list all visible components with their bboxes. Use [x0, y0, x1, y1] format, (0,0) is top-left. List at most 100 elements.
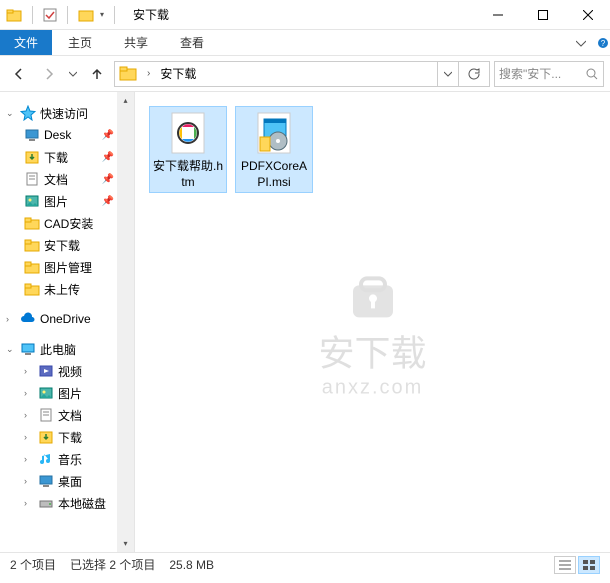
nav-item-label: 本地磁盘	[58, 495, 106, 512]
pc-item[interactable]: ›音乐	[0, 448, 134, 470]
item-count: 2 个项目	[10, 556, 56, 573]
selected-size: 25.8 MB	[169, 558, 214, 572]
search-input[interactable]: 搜索"安下...	[494, 61, 604, 87]
breadcrumb-current[interactable]: 安下载	[154, 62, 202, 86]
svg-text:?: ?	[601, 39, 606, 48]
nav-scrollbar[interactable]: ▴ ▾	[117, 92, 134, 552]
nav-item-label: Desk	[44, 128, 71, 142]
file-item[interactable]: PDFXCoreAPI.msi	[235, 106, 313, 193]
onedrive[interactable]: › OneDrive	[0, 308, 134, 330]
pin-icon: 📌	[102, 196, 114, 207]
file-tab[interactable]: 文件	[0, 30, 52, 55]
expand-icon[interactable]: ⌄	[6, 108, 16, 119]
pin-icon: 📌	[102, 152, 114, 163]
folder-icon	[24, 259, 40, 275]
search-placeholder: 搜索"安下...	[499, 65, 561, 82]
recent-dropdown[interactable]	[66, 61, 80, 87]
window-title: 安下载	[125, 6, 475, 23]
documents-icon	[38, 407, 54, 423]
help-button[interactable]: ?	[596, 30, 610, 55]
minimize-button[interactable]	[475, 0, 520, 30]
maximize-button[interactable]	[520, 0, 565, 30]
nav-item-label: CAD安装	[44, 215, 93, 232]
folder-small-icon[interactable]	[78, 7, 94, 23]
desktop-icon	[24, 127, 40, 143]
back-button[interactable]	[6, 61, 32, 87]
tab-view[interactable]: 查看	[164, 30, 220, 55]
file-item[interactable]: 安下载帮助.htm	[149, 106, 227, 193]
nav-item-label: 音乐	[58, 451, 82, 468]
pc-item[interactable]: ›桌面	[0, 470, 134, 492]
nav-item-label: 图片管理	[44, 259, 92, 276]
folder-icon	[24, 215, 40, 231]
nav-item-label: 下载	[44, 149, 68, 166]
pin-icon: 📌	[102, 130, 114, 141]
quick-access-label: 快速访问	[40, 105, 88, 122]
pc-item[interactable]: ›图片	[0, 382, 134, 404]
nav-item-label: 图片	[44, 193, 68, 210]
quick-access[interactable]: ⌄ 快速访问	[0, 102, 134, 124]
quick-access-item[interactable]: 未上传	[0, 278, 134, 300]
ribbon: 文件 主页 共享 查看 ?	[0, 30, 610, 56]
downloads-icon	[38, 429, 54, 445]
videos-icon	[38, 363, 54, 379]
nav-item-label: 下载	[58, 429, 82, 446]
view-icons-button[interactable]	[578, 556, 600, 574]
quick-access-item[interactable]: 图片 📌	[0, 190, 134, 212]
quick-access-item[interactable]: CAD安装	[0, 212, 134, 234]
qat-checkbox-icon[interactable]	[43, 8, 57, 22]
music-icon	[38, 451, 54, 467]
quick-access-item[interactable]: 下载 📌	[0, 146, 134, 168]
forward-button[interactable]	[36, 61, 62, 87]
content-area[interactable]: 安下载 anxz.com 安下载帮助.htm PDFXCoreAPI.msi	[135, 92, 610, 552]
title-bar: ▾ 安下载	[0, 0, 610, 30]
address-folder-icon	[119, 64, 139, 84]
desktop-icon	[38, 473, 54, 489]
pc-item[interactable]: ›视频	[0, 360, 134, 382]
navigation-pane: ⌄ 快速访问 Desk 📌 下载 📌 文档 📌 图片 📌 CAD安装安下载图片管理未上传 › O…	[0, 92, 135, 552]
address-dropdown[interactable]	[437, 62, 458, 86]
refresh-button[interactable]	[458, 62, 489, 86]
pc-icon	[20, 341, 36, 357]
scroll-down-icon[interactable]: ▾	[117, 535, 134, 552]
folder-icon	[24, 237, 40, 253]
scroll-up-icon[interactable]: ▴	[117, 92, 134, 109]
onedrive-label: OneDrive	[40, 312, 91, 326]
nav-bar: › 安下载 搜索"安下...	[0, 56, 610, 92]
nav-item-label: 文档	[44, 171, 68, 188]
documents-icon	[24, 171, 40, 187]
selected-count: 已选择 2 个项目	[70, 556, 155, 573]
pc-item[interactable]: ›文档	[0, 404, 134, 426]
breadcrumb-chevron-icon[interactable]: ›	[143, 68, 154, 79]
pictures-icon	[38, 385, 54, 401]
address-bar[interactable]: › 安下载	[114, 61, 490, 87]
close-button[interactable]	[565, 0, 610, 30]
quick-access-item[interactable]: 图片管理	[0, 256, 134, 278]
ribbon-expand-button[interactable]	[566, 30, 596, 55]
nav-item-label: 安下载	[44, 237, 80, 254]
tab-home[interactable]: 主页	[52, 30, 108, 55]
cloud-icon	[20, 311, 36, 327]
pin-icon: 📌	[102, 174, 114, 185]
drive-icon	[38, 495, 54, 511]
tab-share[interactable]: 共享	[108, 30, 164, 55]
downloads-icon	[24, 149, 40, 165]
quick-access-item[interactable]: Desk 📌	[0, 124, 134, 146]
nav-item-label: 文档	[58, 407, 82, 424]
watermark: 安下载 anxz.com	[318, 270, 426, 399]
pc-item[interactable]: ›下载	[0, 426, 134, 448]
quick-access-item[interactable]: 文档 📌	[0, 168, 134, 190]
star-icon	[20, 105, 36, 121]
this-pc[interactable]: ⌄ 此电脑	[0, 338, 134, 360]
pc-item[interactable]: ›本地磁盘	[0, 492, 134, 514]
this-pc-label: 此电脑	[40, 341, 76, 358]
nav-item-label: 桌面	[58, 473, 82, 490]
view-details-button[interactable]	[554, 556, 576, 574]
file-icon	[250, 109, 298, 157]
qat-dropdown-icon[interactable]: ▾	[100, 10, 104, 19]
folder-icon	[24, 281, 40, 297]
file-name: 安下载帮助.htm	[152, 159, 224, 190]
quick-access-item[interactable]: 安下载	[0, 234, 134, 256]
nav-item-label: 未上传	[44, 281, 80, 298]
up-button[interactable]	[84, 61, 110, 87]
